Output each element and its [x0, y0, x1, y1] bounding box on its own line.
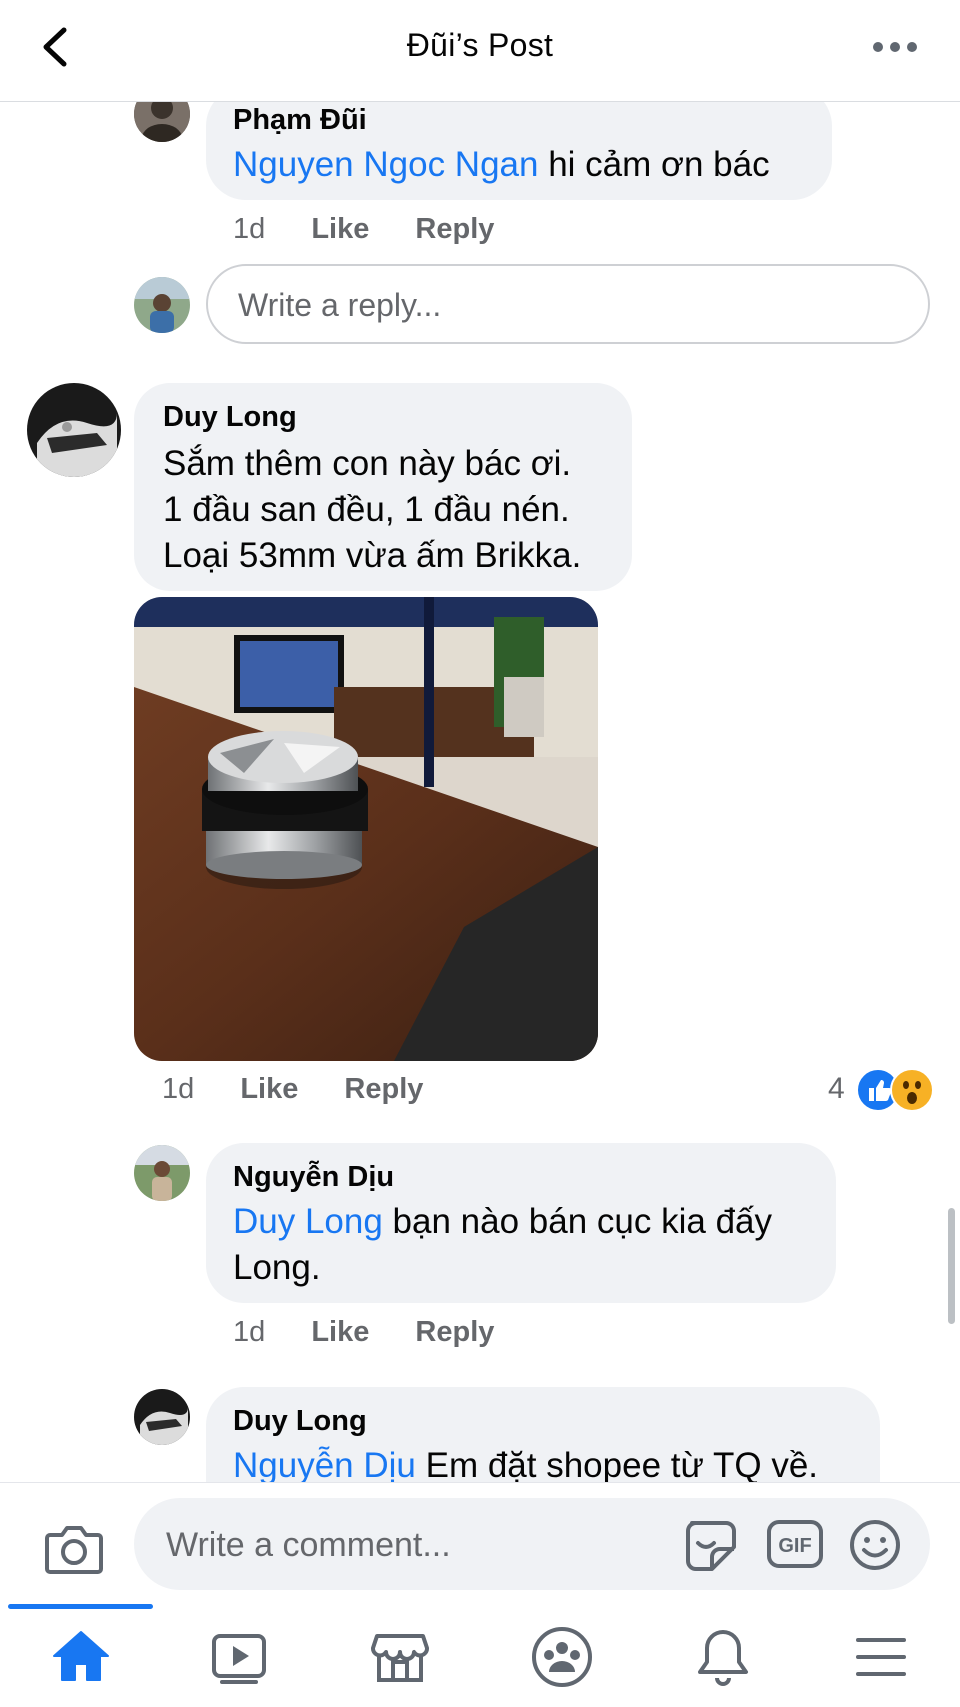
groups-icon[interactable]	[527, 1622, 597, 1692]
like-button[interactable]: Like	[311, 213, 369, 246]
reply-button[interactable]: Reply	[415, 1316, 494, 1349]
comment-bubble[interactable]: Duy Long Sắm thêm con này bác ơi. 1 đầu …	[134, 383, 632, 591]
current-user-avatar	[134, 277, 190, 333]
marketplace-icon[interactable]	[365, 1622, 435, 1692]
comment-actions: 1d Like Reply	[162, 1073, 423, 1106]
comment-bubble[interactable]: Phạm Đũi Nguyen Ngoc Ngan hi cảm ơn bác	[206, 86, 832, 200]
like-button[interactable]: Like	[240, 1073, 298, 1106]
avatar[interactable]	[134, 1145, 190, 1201]
emoji-icon[interactable]	[848, 1518, 902, 1572]
home-icon[interactable]	[46, 1622, 116, 1692]
comment-text-line: Long.	[233, 1248, 321, 1287]
camera-icon[interactable]	[44, 1523, 104, 1575]
comment-text: Nguyen Ngoc Ngan hi cảm ơn bác	[233, 142, 770, 188]
comment-text-line: Sắm thêm con này bác ơi.	[163, 444, 572, 483]
reply-input[interactable]	[236, 266, 900, 344]
avatar-photo-icon	[134, 1145, 190, 1201]
comment-author[interactable]: Duy Long	[233, 1405, 367, 1438]
watch-icon[interactable]	[204, 1622, 274, 1692]
reply-button[interactable]: Reply	[344, 1073, 423, 1106]
page-title: Đũi’s Post	[406, 27, 554, 63]
comment-bubble[interactable]: Nguyễn Dịu Duy Long bạn nào bán cục kia …	[206, 1143, 836, 1303]
comment-timestamp: 1d	[233, 1316, 266, 1348]
comment-photo[interactable]	[134, 597, 598, 1061]
active-tab-indicator	[8, 1604, 153, 1609]
mention-link[interactable]: Nguyen Ngoc Ngan	[233, 145, 538, 184]
gif-label: GIF	[778, 1535, 811, 1557]
reaction-count: 4	[828, 1072, 845, 1105]
sticker-icon[interactable]	[682, 1517, 740, 1573]
comment-text-line: 1 đầu san đều, 1 đầu nén.	[163, 490, 570, 529]
avatar[interactable]	[134, 1389, 190, 1445]
avatar-photo-icon	[134, 1389, 190, 1445]
mention-link[interactable]: Nguyễn Dịu	[233, 1446, 416, 1485]
comment-author[interactable]: Phạm Đũi	[233, 104, 367, 137]
notifications-icon[interactable]	[688, 1622, 758, 1692]
menu-icon[interactable]	[846, 1622, 916, 1692]
more-options-icon[interactable]	[870, 36, 920, 58]
comment-text-line: Loại 53mm vừa ấm Brikka.	[163, 536, 582, 575]
avatar-photo-icon	[134, 277, 190, 333]
scrollbar[interactable]	[948, 1208, 955, 1324]
comment-input[interactable]	[164, 1498, 668, 1592]
avatar-photo-icon	[27, 383, 121, 477]
comment-input-box[interactable]: GIF	[134, 1498, 930, 1592]
comment-body: bạn nào bán cục kia đấy	[382, 1202, 772, 1241]
reply-button[interactable]: Reply	[415, 213, 494, 246]
coffee-tamper-photo	[134, 597, 598, 1061]
comment-timestamp: 1d	[162, 1073, 195, 1105]
comment-text: Duy Long bạn nào bán cục kia đấy	[233, 1199, 772, 1245]
comment-composer: GIF	[0, 1482, 960, 1605]
comment-author[interactable]: Duy Long	[163, 401, 297, 434]
comment-author[interactable]: Nguyễn Dịu	[233, 1161, 394, 1194]
top-bar: Đũi’s Post	[0, 0, 960, 102]
bottom-navigation	[0, 1604, 960, 1707]
wow-reaction-icon	[890, 1068, 934, 1112]
reply-input-box[interactable]	[206, 264, 930, 344]
gif-icon[interactable]: GIF	[766, 1519, 824, 1569]
comment-actions: 1d Like Reply	[233, 1316, 494, 1349]
mention-link[interactable]: Duy Long	[233, 1202, 383, 1241]
comment-body: Em đặt shopee từ TQ về.	[415, 1446, 819, 1485]
comment-body: hi cảm ơn bác	[538, 145, 770, 184]
like-button[interactable]: Like	[311, 1316, 369, 1349]
avatar[interactable]	[27, 383, 121, 477]
comment-timestamp: 1d	[233, 213, 266, 245]
comment-actions: 1d Like Reply	[233, 213, 494, 246]
